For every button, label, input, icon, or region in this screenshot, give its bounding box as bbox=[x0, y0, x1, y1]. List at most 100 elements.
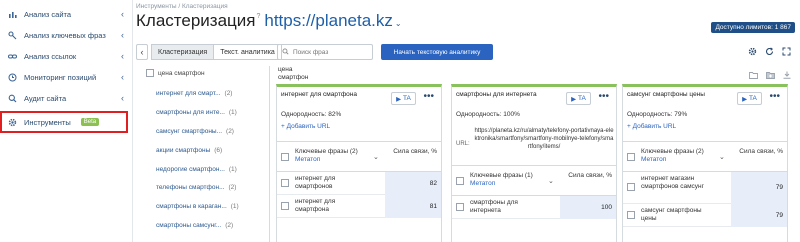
list-item[interactable]: акции смартфоны (6) bbox=[156, 141, 239, 160]
col-link-strength[interactable]: Сила связи, % bbox=[735, 148, 783, 156]
cluster-card: смартфоны для интернета ▶ TA ••• Однород… bbox=[451, 84, 617, 242]
root-label-line: цена bbox=[278, 66, 293, 73]
folder-icon[interactable] bbox=[749, 71, 758, 81]
phrase-label: акции смартфоны bbox=[156, 146, 211, 154]
phrase-label: смартфоны для инте... bbox=[156, 108, 225, 116]
sidebar-item-tools[interactable]: Инструменты Beta bbox=[0, 111, 128, 133]
more-icon[interactable]: ••• bbox=[598, 91, 609, 102]
keyword-cell: интернет магазин смартфонов самсунг bbox=[641, 175, 705, 190]
col-phrases-label: Ключевые фразы bbox=[641, 148, 695, 155]
checkbox[interactable] bbox=[456, 177, 464, 185]
list-item[interactable]: недорогие смартфон... (1) bbox=[156, 160, 239, 179]
start-text-analytics-button[interactable]: Начать текстовую аналитику bbox=[381, 44, 493, 60]
more-icon[interactable]: ••• bbox=[769, 91, 780, 102]
sidebar-item-link-analysis[interactable]: Анализ ссылок ‹ bbox=[0, 46, 132, 67]
sort-icon[interactable]: ⌄ bbox=[373, 153, 379, 161]
ta-button[interactable]: ▶ TA bbox=[737, 92, 762, 105]
chevron-left-icon: ‹ bbox=[121, 9, 124, 19]
sidebar-item-site-audit[interactable]: Аудит сайта ‹ bbox=[0, 88, 132, 109]
add-url-link[interactable]: + Добавить URL bbox=[627, 123, 676, 130]
checkbox[interactable] bbox=[281, 202, 289, 210]
link-icon bbox=[8, 52, 17, 61]
table-row: интернет для смартфона 81 bbox=[277, 195, 441, 218]
checkbox[interactable] bbox=[627, 211, 635, 219]
list-item[interactable]: телефоны смартфон... (2) bbox=[156, 178, 239, 197]
collapse-panel-button[interactable]: ‹ bbox=[136, 44, 148, 60]
refresh-icon[interactable] bbox=[765, 47, 774, 58]
phrase-root[interactable]: цена смартфон bbox=[146, 69, 205, 77]
key-icon bbox=[8, 31, 17, 40]
col-phrases[interactable]: Ключевые фразы (2) Метатоп bbox=[641, 148, 711, 164]
col-link-strength[interactable]: Сила связи, % bbox=[564, 172, 612, 180]
search-input[interactable] bbox=[293, 48, 369, 56]
cluster-table: Ключевые фразы (2) Метатоп ⌄ Сила связи,… bbox=[623, 141, 787, 227]
cluster-card: самсунг смартфоны цены ▶ TA ••• Однородн… bbox=[622, 84, 788, 242]
phrase-count: (2) bbox=[224, 89, 233, 97]
link-strength-cell: 100 bbox=[560, 196, 616, 219]
list-item[interactable]: смартфоны в караган... (1) bbox=[156, 197, 239, 216]
gear-icon[interactable] bbox=[748, 47, 757, 58]
play-icon: ▶ bbox=[571, 95, 578, 103]
metatop-link[interactable]: Метатоп bbox=[641, 156, 666, 163]
expand-icon[interactable] bbox=[782, 47, 791, 58]
site-selector[interactable]: https://planeta.kz bbox=[264, 11, 393, 31]
gear-icon bbox=[8, 118, 17, 127]
checkbox[interactable] bbox=[627, 153, 635, 161]
list-item[interactable]: смартфоны самсунг... (2) bbox=[156, 216, 239, 235]
breadcrumb[interactable]: Инструменты / Кластеризация bbox=[136, 3, 228, 10]
checkbox[interactable] bbox=[456, 203, 464, 211]
metatop-link[interactable]: Метатоп bbox=[295, 156, 320, 163]
sort-icon[interactable]: ⌄ bbox=[719, 153, 725, 161]
col-phrases[interactable]: Ключевые фразы (1) Метатоп bbox=[470, 172, 540, 188]
sidebar-item-label: Мониторинг позиций bbox=[24, 73, 97, 82]
sidebar-item-site-analysis[interactable]: Анализ сайта ‹ bbox=[0, 4, 132, 25]
list-item[interactable]: самсунг смартфоны... (2) bbox=[156, 122, 239, 141]
table-header: Ключевые фразы (1) Метатоп ⌄ Сила связи,… bbox=[452, 166, 616, 196]
cluster-root-label: цена смартфон bbox=[278, 66, 308, 81]
checkbox[interactable] bbox=[281, 153, 289, 161]
help-icon[interactable]: ? bbox=[256, 13, 260, 20]
add-url-link[interactable]: + Добавить URL bbox=[281, 123, 330, 130]
list-item[interactable]: смартфоны для инте... (1) bbox=[156, 103, 239, 122]
sidebar-item-keyword-analysis[interactable]: Анализ ключевых фраз ‹ bbox=[0, 25, 132, 46]
sidebar-item-label: Анализ ключевых фраз bbox=[24, 31, 106, 40]
sidebar-item-label: Инструменты bbox=[24, 117, 71, 127]
more-icon[interactable]: ••• bbox=[423, 91, 434, 102]
checkbox[interactable] bbox=[627, 183, 635, 191]
ta-button[interactable]: ▶ TA bbox=[566, 92, 591, 105]
list-item[interactable]: интернет для смарт... (2) bbox=[156, 84, 239, 103]
phrase-label: телефоны смартфон... bbox=[156, 184, 225, 192]
keyword-cell: интернет для смартфона bbox=[295, 198, 336, 213]
download-icon[interactable] bbox=[783, 71, 791, 81]
col-link-strength[interactable]: Сила связи, % bbox=[389, 148, 437, 156]
cluster-table: Ключевые фразы (2) Метатоп ⌄ Сила связи,… bbox=[277, 141, 441, 218]
keyword-cell: интернет для смартфонов bbox=[295, 175, 336, 190]
toolbar: ‹ Кластеризация Текст. аналитика Начать … bbox=[136, 43, 795, 63]
col-phrases[interactable]: Ключевые фразы (2) Метатоп bbox=[295, 148, 365, 164]
phrase-count: (1) bbox=[228, 165, 237, 173]
cluster-table: Ключевые фразы (1) Метатоп ⌄ Сила связи,… bbox=[452, 165, 616, 219]
ta-button[interactable]: ▶ TA bbox=[391, 92, 416, 105]
ta-label: TA bbox=[402, 95, 411, 102]
table-row: самсунг смартфоны цены 79 bbox=[623, 204, 787, 227]
metatop-link[interactable]: Метатоп bbox=[470, 180, 495, 187]
sort-icon[interactable]: ⌄ bbox=[548, 177, 554, 185]
checkbox[interactable] bbox=[281, 179, 289, 187]
tab-text-analytics[interactable]: Текст. аналитика bbox=[214, 44, 282, 60]
checkbox[interactable] bbox=[146, 69, 154, 77]
search-box[interactable] bbox=[277, 44, 373, 60]
phrase-tree: цена смартфон интернет для смарт... (2) с… bbox=[136, 66, 270, 242]
phrase-label: самсунг смартфоны... bbox=[156, 127, 223, 135]
sidebar-item-position-monitoring[interactable]: Мониторинг позиций ‹ bbox=[0, 67, 132, 88]
tab-clustering[interactable]: Кластеризация bbox=[151, 44, 215, 60]
cluster-url[interactable]: https://planeta.kz/ru/almaty/telefony-po… bbox=[474, 127, 614, 151]
cluster-title: интернет для смартфона bbox=[281, 91, 357, 98]
limits-badge: Доступно лимитов: 1 867 bbox=[711, 22, 795, 33]
chevron-left-icon: ‹ bbox=[121, 72, 124, 82]
cluster-area: цена смартфон интернет для смартфона ▶ T… bbox=[272, 66, 795, 242]
link-strength-cell: 79 bbox=[731, 172, 787, 204]
table-header: Ключевые фразы (2) Метатоп ⌄ Сила связи,… bbox=[623, 142, 787, 172]
chevron-down-icon[interactable]: ⌄ bbox=[395, 19, 402, 28]
add-folder-icon[interactable] bbox=[766, 71, 775, 81]
chart-icon bbox=[8, 10, 17, 19]
